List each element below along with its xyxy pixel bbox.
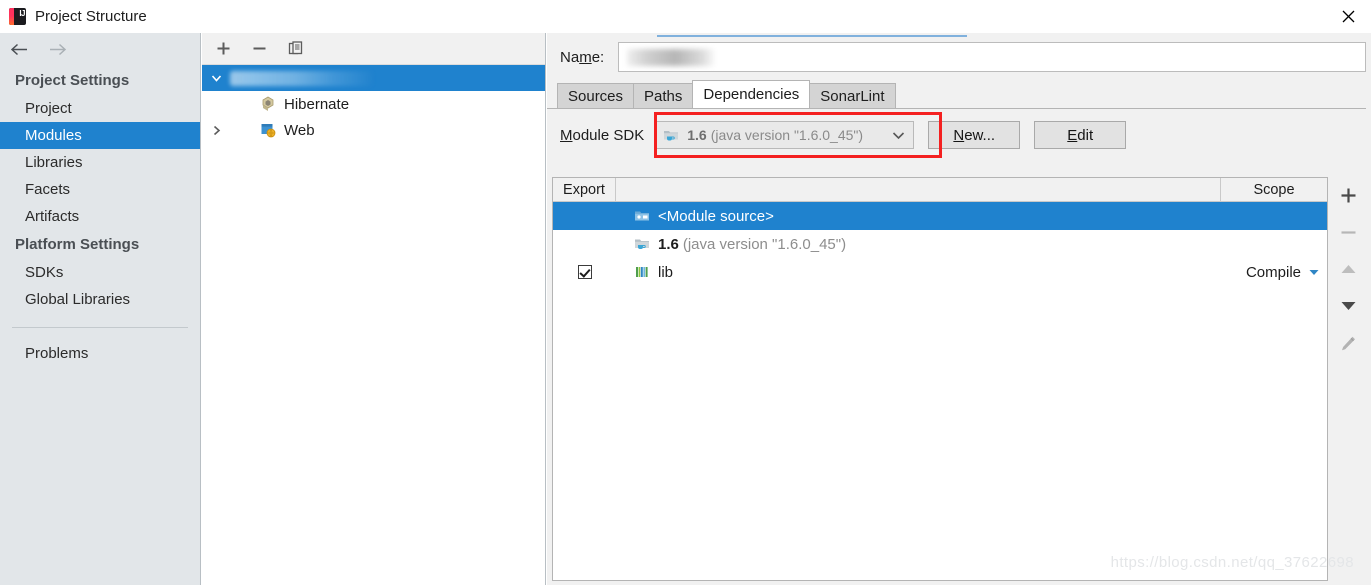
tree-node-module-root[interactable] — [202, 65, 545, 91]
table-row[interactable]: lib Compile — [553, 258, 1327, 286]
sidebar-item-facets[interactable]: Facets — [0, 176, 200, 203]
window-title: Project Structure — [35, 8, 147, 25]
window-titlebar: Project Structure — [0, 0, 1371, 33]
chevron-down-icon[interactable] — [892, 131, 905, 140]
chevron-right-icon[interactable] — [202, 124, 230, 137]
sidebar-item-libraries[interactable]: Libraries — [0, 149, 200, 176]
arrow-down-icon[interactable] — [1335, 293, 1361, 319]
jdk-folder-icon — [660, 127, 682, 143]
dependency-name-cell: 1.6 (java version "1.6.0_45") — [616, 236, 1221, 253]
module-tree-toolbar — [202, 33, 545, 65]
export-cell — [553, 265, 616, 279]
dependency-name: 1.6 — [658, 235, 679, 253]
arrow-left-icon[interactable] — [8, 40, 30, 60]
close-icon[interactable] — [1325, 0, 1371, 33]
sidebar-item-global-libraries[interactable]: Global Libraries — [0, 286, 200, 313]
module-sdk-row: Module SDK 1.6 (java version "1.6.0_45")… — [547, 109, 1371, 161]
column-header-scope[interactable]: Scope — [1221, 178, 1327, 201]
hibernate-icon — [258, 96, 278, 112]
edit-sdk-button[interactable]: Edit — [1034, 121, 1127, 149]
column-header-export[interactable]: Export — [553, 178, 616, 201]
scope-cell[interactable]: Compile — [1221, 264, 1327, 281]
tree-node-hibernate[interactable]: Hibernate — [202, 91, 545, 117]
module-sdk-combobox[interactable]: 1.6 (java version "1.6.0_45") — [654, 121, 915, 149]
tree-node-label: Web — [284, 121, 315, 139]
module-sdk-detail: (java version "1.6.0_45") — [710, 127, 864, 143]
web-icon — [258, 122, 278, 138]
edit-pencil-icon — [1335, 330, 1361, 356]
new-sdk-button[interactable]: New... — [928, 121, 1021, 149]
dependencies-table: Export Scope <Module source> 1.6 (java v… — [552, 177, 1328, 581]
dependency-name-cell: lib — [616, 264, 1221, 281]
sidebar-item-project[interactable]: Project — [0, 95, 200, 122]
dependency-detail: (java version "1.6.0_45") — [682, 235, 847, 253]
right-edge-strip — [1366, 33, 1371, 585]
watermark: https://blog.csdn.net/qq_37622698 — [1110, 554, 1354, 571]
module-sdk-label: Module SDK — [560, 126, 645, 144]
dependency-name: <Module source> — [658, 207, 774, 225]
module-detail-panel: Name: Sources Paths Dependencies SonarLi… — [547, 33, 1371, 585]
minus-icon — [1335, 219, 1361, 245]
arrow-up-icon — [1335, 256, 1361, 282]
scope-value: Compile — [1245, 263, 1301, 281]
module-tree-panel: Hibernate Web — [202, 33, 546, 585]
copy-icon[interactable] — [284, 38, 306, 60]
dependencies-side-toolbar — [1328, 177, 1368, 581]
tree-node-label: Hibernate — [284, 95, 350, 113]
dependencies-area: Export Scope <Module source> 1.6 (java v… — [552, 177, 1368, 581]
sidebar-item-modules[interactable]: Modules — [0, 122, 200, 149]
settings-sidebar: Project Settings Project Modules Librari… — [0, 33, 201, 585]
name-label: Name: — [560, 48, 605, 66]
sidebar-item-artifacts[interactable]: Artifacts — [0, 203, 200, 230]
column-header-name — [616, 178, 1221, 201]
library-icon — [631, 264, 653, 280]
tree-node-web[interactable]: Web — [202, 117, 545, 143]
module-sdk-version: 1.6 — [687, 127, 707, 143]
module-name-input[interactable] — [618, 35, 1366, 72]
dependencies-table-header: Export Scope — [553, 178, 1327, 202]
arrow-right-icon[interactable] — [46, 40, 68, 60]
module-tabs: Sources Paths Dependencies SonarLint — [547, 80, 1371, 109]
table-row[interactable]: 1.6 (java version "1.6.0_45") — [553, 230, 1327, 258]
dependency-name: lib — [658, 263, 674, 281]
table-row[interactable]: <Module source> — [553, 202, 1327, 230]
chevron-down-icon[interactable] — [202, 72, 230, 85]
minus-icon[interactable] — [248, 38, 270, 60]
plus-icon[interactable] — [1335, 182, 1361, 208]
jdk-folder-icon — [631, 236, 653, 252]
navigation-arrows — [0, 33, 200, 66]
sidebar-group-platform-settings: Platform Settings — [15, 236, 140, 253]
intellij-idea-icon — [9, 8, 26, 25]
tab-sources[interactable]: Sources — [557, 83, 635, 108]
sidebar-item-sdks[interactable]: SDKs — [0, 259, 200, 286]
redacted-module-name-value — [627, 49, 716, 66]
tab-paths[interactable]: Paths — [633, 83, 694, 108]
name-field-focus-line — [657, 35, 968, 37]
export-checkbox[interactable] — [577, 265, 592, 279]
sidebar-group-project-settings: Project Settings — [15, 72, 130, 89]
tab-sonarlint[interactable]: SonarLint — [809, 83, 896, 108]
dependency-name-cell: <Module source> — [616, 208, 1221, 225]
sidebar-item-problems[interactable]: Problems — [0, 340, 200, 367]
module-name-row: Name: — [547, 33, 1371, 81]
redacted-module-name — [230, 70, 372, 86]
chevron-down-icon[interactable] — [1309, 269, 1319, 276]
module-source-folder-icon — [631, 208, 653, 224]
sidebar-divider — [12, 327, 188, 328]
tab-dependencies[interactable]: Dependencies — [692, 80, 811, 108]
plus-icon[interactable] — [212, 38, 234, 60]
